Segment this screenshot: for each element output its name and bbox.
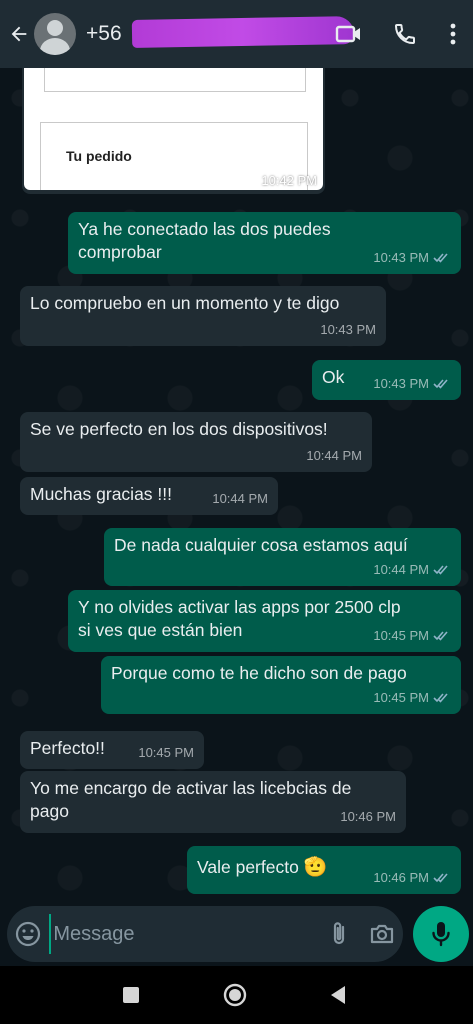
message-text: Porque como te he dicho son de pago [111,663,407,683]
home-button[interactable] [205,966,265,1024]
message-time: 10:45 PM [138,745,194,760]
message-time: 10:43 PM [373,376,429,391]
back-nav-button[interactable] [308,966,368,1024]
message-bubble-incoming[interactable]: Muchas gracias !!! 10:44 PM [20,477,278,515]
emoji-button[interactable] [7,906,49,962]
voice-message-button[interactable] [413,906,469,962]
message-time: 10:42 PM [261,173,317,188]
arrow-left-icon [11,26,27,42]
home-circle-icon [223,983,247,1007]
message-bubble-outgoing[interactable]: Vale perfecto 🫡 10:46 PM [187,846,461,894]
message-composer [7,906,403,962]
back-button[interactable] [4,0,34,68]
triangle-back-icon [331,986,345,1004]
message-text: Vale perfecto [197,857,299,877]
message-input[interactable] [49,914,319,954]
camera-button[interactable] [361,906,403,962]
message-text: Lo compruebo en un momento y te digo [30,293,340,313]
message-bubble-incoming[interactable]: Yo me encargo de activar las licebcias d… [20,771,406,833]
message-time: 10:44 PM [373,562,429,577]
square-icon [123,987,139,1003]
message-time: 10:44 PM [212,491,268,506]
message-time: 10:45 PM [373,690,429,705]
message-bubble-incoming[interactable]: Perfecto!! 10:45 PM [20,731,204,769]
message-time: 10:43 PM [373,250,429,265]
message-time: 10:43 PM [320,322,376,337]
read-ticks-icon [433,565,448,575]
read-ticks-icon [433,873,448,883]
attach-button[interactable] [318,906,360,962]
message-bubble-outgoing[interactable]: Ok 10:43 PM [312,360,461,400]
microphone-icon [432,922,450,947]
message-bubble-outgoing[interactable]: De nada cualquier cosa estamos aquí 10:4… [104,528,461,586]
phone-icon [394,24,415,45]
more-vertical-icon [450,23,456,45]
message-time: 10:46 PM [340,809,396,824]
order-card-message[interactable]: Tu pedido 10:42 PM [22,68,325,194]
chat-area[interactable]: Tu pedido 10:42 PM Ya he conectado las d… [0,68,473,906]
read-ticks-icon [433,253,448,263]
message-text: De nada cualquier cosa estamos aquí [114,535,408,555]
video-call-icon [335,25,360,43]
emoji-icon [16,921,41,947]
more-options-button[interactable] [433,0,473,68]
message-time: 10:45 PM [373,628,429,643]
voice-call-button[interactable] [377,0,433,68]
read-ticks-icon [433,379,448,389]
video-call-button[interactable] [321,0,377,68]
message-text: Se ve perfecto en los dos dispositivos! [30,419,328,439]
contact-name: +56 [86,22,122,45]
message-bubble-outgoing[interactable]: Ya he conectado las dos puedes comprobar… [68,212,461,274]
message-time: 10:46 PM [373,870,429,885]
read-ticks-icon [433,631,448,641]
order-label: Tu pedido [66,148,132,164]
saluting-face-emoji: 🫡 [303,857,328,878]
message-time: 10:44 PM [306,448,362,463]
message-bubble-outgoing[interactable]: Porque como te he dicho son de pago 10:4… [101,656,461,714]
read-ticks-icon [433,693,448,703]
system-navigation-bar [0,966,473,1024]
chat-header: +56 [0,0,473,68]
message-bubble-outgoing[interactable]: Y no olvides activar las apps por 2500 c… [68,590,461,652]
paperclip-icon [334,922,345,945]
contact-info[interactable]: +56 [86,16,355,48]
avatar[interactable] [34,13,76,55]
message-bubble-incoming[interactable]: Se ve perfecto en los dos dispositivos! … [20,412,372,472]
recents-button[interactable] [101,966,161,1024]
message-bubble-incoming[interactable]: Lo compruebo en un momento y te digo 10:… [20,286,386,346]
camera-icon [370,924,393,944]
order-image[interactable]: Tu pedido [24,68,323,190]
